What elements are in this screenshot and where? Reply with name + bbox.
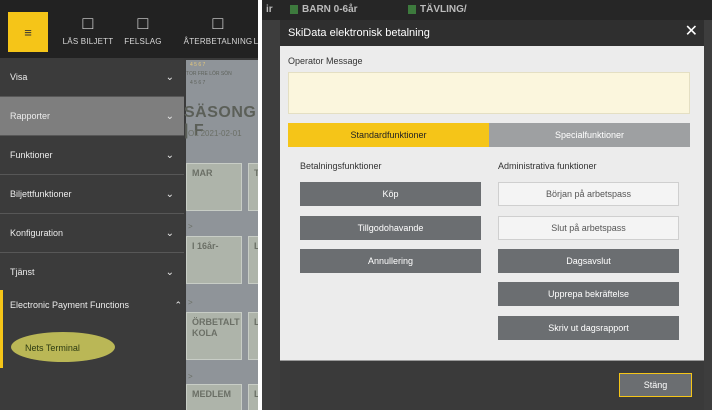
- credit-button[interactable]: Tillgodohavande: [300, 216, 481, 240]
- background-card-partial: L: [248, 312, 258, 360]
- menu-group-electronic-payment: Electronic Payment Functions ⌃ Nets Term…: [0, 290, 184, 368]
- left-app-window: 4 5 6 7 TOR FRE LÖR SÖN 4 5 6 7 SÄSONG |…: [0, 0, 258, 410]
- repeat-confirmation-button[interactable]: Upprepa bekräftelse: [498, 282, 679, 306]
- chevron-down-icon: ⌄: [165, 188, 174, 200]
- refund-button[interactable]: □ ÅTERBETALNING: [183, 0, 253, 58]
- payment-dialog: SkiData elektronisk betalning ✕ Operator…: [280, 20, 704, 410]
- menu-item-label: Tjänst: [10, 267, 35, 277]
- operator-message-label: Operator Message: [288, 56, 363, 66]
- menu-item-konfiguration[interactable]: Konfiguration ⌄: [0, 214, 184, 252]
- admin-functions-heading: Administrativa funktioner: [498, 161, 597, 171]
- hamburger-icon: ≡: [24, 24, 32, 40]
- background-text: TÄVLING/: [420, 4, 467, 15]
- green-marker: [408, 5, 416, 14]
- misstrike-label: FELSLAG: [124, 36, 162, 46]
- background-card: MEDLEM: [186, 384, 242, 410]
- misstrike-button[interactable]: □ FELSLAG: [118, 0, 168, 58]
- chevron-down-icon: ⌄: [165, 149, 174, 161]
- card-text: I 16år-: [192, 241, 219, 251]
- card-text: MEDLEM: [192, 389, 231, 399]
- refund-icon: □: [212, 12, 224, 33]
- background-arrow-icon: >: [188, 372, 193, 381]
- payment-functions-heading: Betalningsfunktioner: [300, 161, 382, 171]
- menu-item-rapporter[interactable]: Rapporter ⌄: [0, 97, 184, 135]
- refund-label: ÅTERBETALNING: [183, 36, 253, 46]
- read-ticket-label: LÄS BILJETT: [62, 36, 114, 46]
- menu-item-funktioner[interactable]: Funktioner ⌄: [0, 136, 184, 174]
- green-marker: [290, 5, 298, 14]
- menu-item-biljettfunktioner[interactable]: Biljettfunktioner ⌄: [0, 175, 184, 213]
- background-text: BARN 0-6år: [302, 4, 358, 15]
- card-text: ÖRBETALT: [192, 317, 240, 327]
- card-text: MAR: [192, 168, 213, 178]
- chevron-down-icon: ⌄: [165, 110, 174, 122]
- background-card-partial: T: [248, 163, 258, 211]
- day-end-button[interactable]: Dagsavslut: [498, 249, 679, 273]
- background-date: OL 2021-02-01: [188, 129, 242, 138]
- hamburger-menu-button[interactable]: ≡: [8, 12, 48, 52]
- submenu-item-nets-terminal[interactable]: Nets Terminal: [25, 343, 80, 353]
- menu-item-label: Electronic Payment Functions: [10, 300, 130, 310]
- dialog-title: SkiData elektronisk betalning: [288, 27, 430, 39]
- background-days-row: 4 5 6 7: [190, 80, 206, 86]
- top-toolbar: ≡ □ LÄS BILJETT □ FELSLAG □ ÅTERBETALNIN…: [0, 0, 258, 58]
- cancel-transaction-button[interactable]: Annullering: [300, 249, 481, 273]
- background-arrow-icon: >: [188, 298, 193, 307]
- chevron-up-icon: ⌃: [174, 300, 182, 310]
- background-card: I 16år-: [186, 236, 242, 284]
- close-icon[interactable]: ✕: [685, 23, 698, 41]
- menu-item-label: Visa: [10, 72, 28, 82]
- read-ticket-button[interactable]: □ LÄS BILJETT: [62, 0, 114, 58]
- menu-item-tjanst[interactable]: Tjänst ⌄: [0, 253, 184, 291]
- background-days-row: 4 5 6 7: [190, 62, 206, 68]
- background-text: ir: [266, 4, 273, 15]
- menu-item-label: Funktioner: [10, 150, 53, 160]
- background-card-partial: L: [248, 236, 258, 284]
- purchase-button[interactable]: Köp: [300, 182, 481, 206]
- menu-item-electronic-payment-functions[interactable]: Electronic Payment Functions ⌃: [10, 300, 182, 311]
- card-letter: L: [254, 317, 258, 327]
- background-card: MAR: [186, 163, 242, 211]
- card-letter: L: [254, 389, 258, 399]
- chevron-down-icon: ⌄: [165, 227, 174, 239]
- right-app-window: ir BARN 0-6år TÄVLING/ SkiData elektroni…: [262, 0, 712, 410]
- dialog-title-bar: SkiData elektronisk betalning ✕: [280, 20, 704, 46]
- background-strip: [262, 20, 280, 410]
- tab-standardfunktioner[interactable]: Standardfunktioner: [288, 123, 489, 147]
- close-button[interactable]: Stäng: [619, 373, 692, 397]
- background-header-bar: ir BARN 0-6år TÄVLING/: [262, 0, 712, 20]
- menu-item-label: Biljettfunktioner: [10, 189, 72, 199]
- chevron-down-icon: ⌄: [165, 71, 174, 83]
- truncated-toolbar-button[interactable]: □ L: [252, 0, 258, 58]
- start-shift-button[interactable]: Början på arbetspass: [498, 182, 679, 206]
- ticket-scan-icon: □: [82, 12, 94, 33]
- truncated-label: L: [253, 36, 258, 46]
- card-letter: L: [254, 241, 258, 251]
- card-text: KOLA: [192, 328, 218, 338]
- menu-item-label: Rapporter: [10, 111, 51, 121]
- ticket-error-icon: □: [137, 12, 149, 33]
- operator-message-box: [288, 72, 690, 114]
- end-shift-button[interactable]: Slut på arbetspass: [498, 216, 679, 240]
- background-arrow-icon: >: [188, 222, 193, 231]
- chevron-down-icon: ⌄: [165, 266, 174, 278]
- menu-item-visa[interactable]: Visa ⌄: [0, 58, 184, 96]
- print-day-report-button[interactable]: Skriv ut dagsrapport: [498, 316, 679, 340]
- navigation-drawer: Visa ⌄ Rapporter ⌄ Funktioner ⌄ Biljettf…: [0, 58, 184, 410]
- background-card: ÖRBETALT KOLA: [186, 312, 242, 360]
- menu-item-label: Konfiguration: [10, 228, 64, 238]
- background-card-partial: L: [248, 384, 258, 410]
- card-letter: T: [254, 168, 258, 178]
- background-days-row: TOR FRE LÖR SÖN: [186, 71, 232, 77]
- tab-specialfunktioner[interactable]: Specialfunktioner: [489, 123, 690, 147]
